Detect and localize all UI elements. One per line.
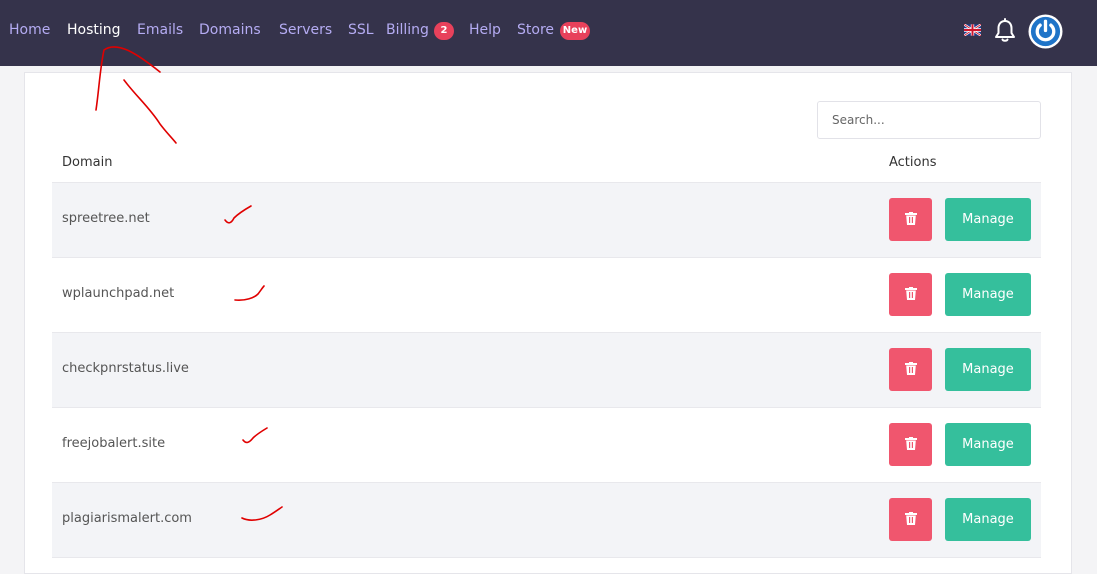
nav-hosting[interactable]: Hosting <box>67 22 121 38</box>
top-navbar: Home Hosting Emails Domains Servers SSL … <box>0 0 1097 66</box>
power-icon[interactable] <box>1028 14 1063 49</box>
trash-icon <box>904 511 917 525</box>
manage-button[interactable]: Manage <box>945 198 1031 241</box>
manage-button[interactable]: Manage <box>945 348 1031 391</box>
domain-name: wplaunchpad.net <box>62 286 175 301</box>
bell-icon[interactable] <box>993 18 1017 44</box>
uk-flag-icon[interactable] <box>964 24 981 36</box>
delete-button[interactable] <box>889 498 932 541</box>
domain-name: plagiarismalert.com <box>62 511 192 526</box>
table-row: spreetree.net Manage <box>52 183 1041 258</box>
delete-button[interactable] <box>889 198 932 241</box>
nav-ssl[interactable]: SSL <box>348 22 374 38</box>
column-header-domain: Domain <box>62 155 113 170</box>
manage-button[interactable]: Manage <box>945 273 1031 316</box>
table-row: wplaunchpad.net Manage <box>52 258 1041 333</box>
nav-domains[interactable]: Domains <box>199 22 261 38</box>
manage-button[interactable]: Manage <box>945 498 1031 541</box>
store-new-badge: New <box>560 22 590 40</box>
nav-store[interactable]: Store <box>517 22 554 38</box>
nav-help[interactable]: Help <box>469 22 501 38</box>
nav-home[interactable]: Home <box>9 22 50 38</box>
trash-icon <box>904 436 917 450</box>
manage-button[interactable]: Manage <box>945 423 1031 466</box>
domain-name: freejobalert.site <box>62 436 166 451</box>
search-input[interactable] <box>817 101 1041 139</box>
delete-button[interactable] <box>889 423 932 466</box>
trash-icon <box>904 361 917 375</box>
trash-icon <box>904 211 917 225</box>
domain-name: checkpnrstatus.live <box>62 361 189 376</box>
delete-button[interactable] <box>889 273 932 316</box>
nav-emails[interactable]: Emails <box>137 22 183 38</box>
nav-servers[interactable]: Servers <box>279 22 332 38</box>
table-row: checkpnrstatus.live Manage <box>52 333 1041 408</box>
billing-count-badge: 2 <box>434 22 454 40</box>
column-header-actions: Actions <box>889 155 937 170</box>
nav-billing[interactable]: Billing <box>386 22 429 38</box>
domain-name: spreetree.net <box>62 211 150 226</box>
table-row: freejobalert.site Manage <box>52 408 1041 483</box>
trash-icon <box>904 286 917 300</box>
table-row: plagiarismalert.com Manage <box>52 483 1041 558</box>
delete-button[interactable] <box>889 348 932 391</box>
